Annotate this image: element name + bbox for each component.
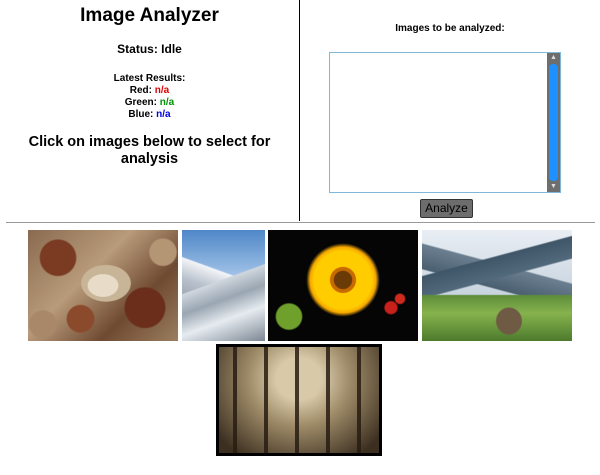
snowy-mountain-image[interactable] xyxy=(182,230,265,341)
blue-label: Blue: xyxy=(128,109,154,120)
red-value: n/a xyxy=(154,85,170,96)
seashells-image[interactable] xyxy=(28,230,178,341)
scroll-down-arrow-icon[interactable]: ▼ xyxy=(547,182,560,192)
scroll-up-arrow-icon[interactable]: ▲ xyxy=(547,53,560,63)
queue-scrollbar[interactable]: ▲ ▼ xyxy=(547,53,560,192)
analyze-button[interactable]: Analyze xyxy=(420,199,473,218)
green-value: n/a xyxy=(159,97,175,108)
analysis-queue-list[interactable]: ▲ ▼ xyxy=(329,52,561,193)
sunflower-image[interactable] xyxy=(268,230,418,341)
status-line: Status: Idle xyxy=(0,42,299,56)
green-result: Green: n/a xyxy=(0,97,299,109)
top-section: Image Analyzer Status: Idle Latest Resul… xyxy=(0,0,600,221)
queue-title: Images to be analyzed: xyxy=(395,23,505,34)
mountain-cabin-image[interactable] xyxy=(422,230,572,341)
results-heading: Latest Results: xyxy=(113,73,186,84)
page-title: Image Analyzer xyxy=(80,5,219,26)
status-pane: Image Analyzer Status: Idle Latest Resul… xyxy=(0,0,300,221)
instruction-text: Click on images below to select for anal… xyxy=(28,134,271,167)
green-label: Green: xyxy=(124,97,157,108)
red-result: Red: n/a xyxy=(0,85,299,97)
scroll-thumb[interactable] xyxy=(549,64,558,181)
section-divider xyxy=(6,222,595,223)
blue-result: Blue: n/a xyxy=(0,109,299,121)
status-value: Idle xyxy=(161,42,182,56)
red-label: Red: xyxy=(129,85,152,96)
latest-results: Latest Results: Red: n/a Green: n/a Blue… xyxy=(0,73,299,121)
blue-value: n/a xyxy=(156,109,171,120)
status-label: Status: xyxy=(117,42,158,56)
foggy-forest-image[interactable] xyxy=(216,344,382,456)
